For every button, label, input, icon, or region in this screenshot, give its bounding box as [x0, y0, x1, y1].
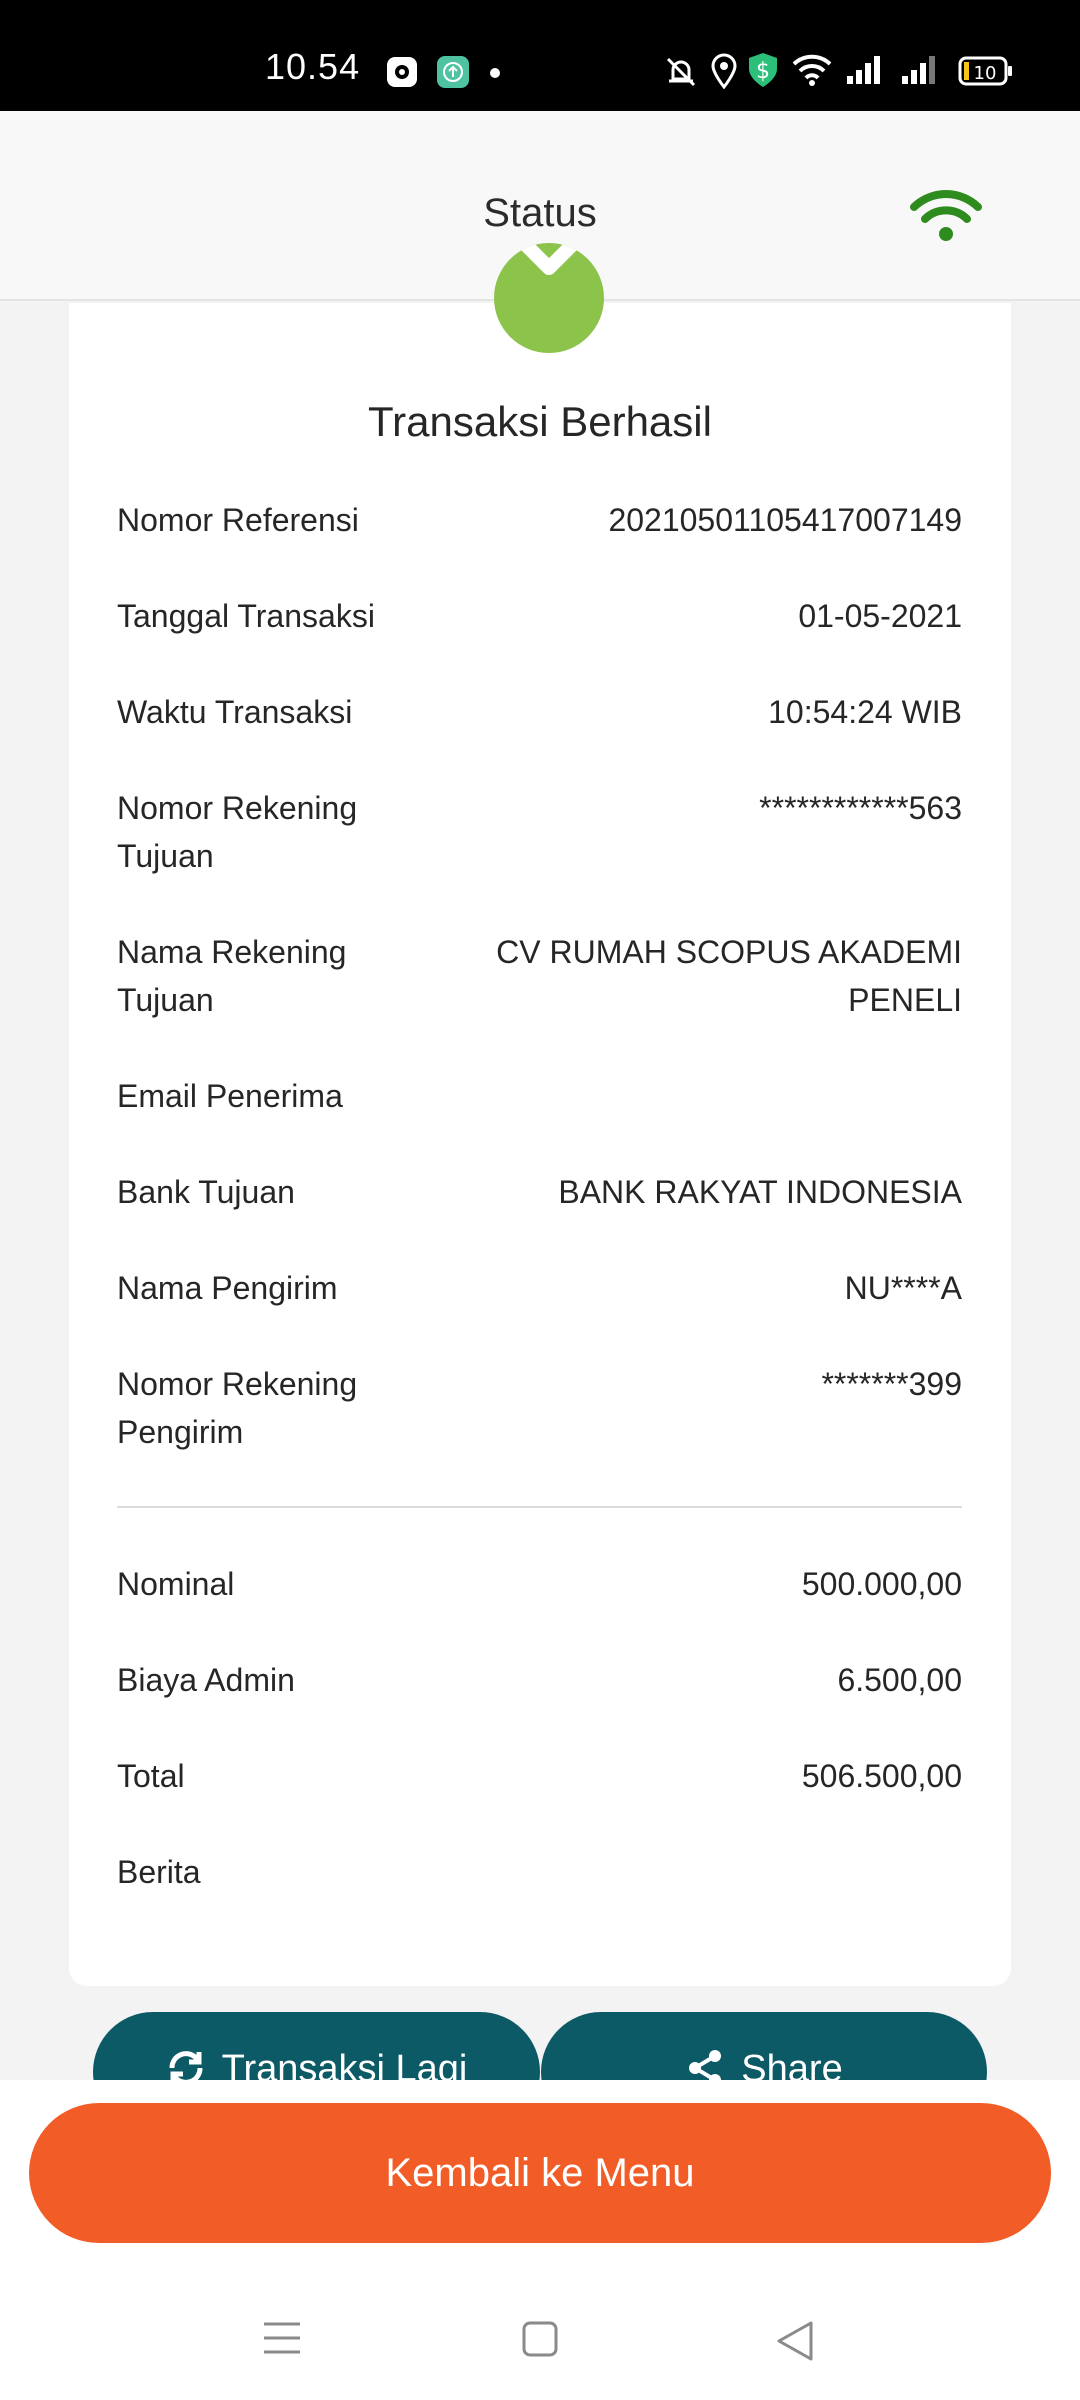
row-label: Bank Tujuan: [117, 1174, 295, 1210]
menu-icon[interactable]: [262, 2320, 302, 2361]
location-icon: [710, 53, 738, 94]
status-bar: 10.54 $ 10: [0, 0, 1080, 111]
svg-text:$: $: [756, 59, 770, 84]
notification-dot-icon: [489, 66, 501, 84]
row-label: Waktu Transaksi: [117, 694, 353, 730]
row-label: Nama Pengirim: [117, 1270, 338, 1306]
row-label: Nomor Rekening Pengirim: [117, 1366, 358, 1450]
row-value: CV RUMAH SCOPUS AKADEMI PENELI: [496, 934, 962, 1018]
screen-record-icon: [385, 55, 419, 94]
back-to-menu-button[interactable]: Kembali ke Menu: [29, 2103, 1051, 2243]
row-label: Email Penerima: [117, 1078, 343, 1114]
row-value: BANK RAKYAT INDONESIA: [558, 1174, 962, 1210]
row-label: Total: [117, 1758, 185, 1794]
row-label: Nomor Rekening Tujuan: [117, 790, 358, 874]
row-value: 500.000,00: [801, 1566, 962, 1602]
row-value: 506.500,00: [801, 1758, 962, 1794]
row-value: 20210501105417007149: [608, 502, 962, 538]
upload-app-icon: [436, 55, 470, 94]
row-label: Nama Rekening Tujuan: [117, 934, 347, 1018]
row-label: Nomor Referensi: [117, 502, 359, 538]
check-icon: [494, 243, 604, 353]
receipt-card: Transaksi Berhasil Nomor Referensi 20210…: [69, 243, 1011, 1986]
home-icon[interactable]: [521, 2320, 559, 2363]
system-nav-bar: [0, 2270, 1080, 2400]
security-shield-icon: $: [747, 51, 779, 94]
wifi-status-icon: [792, 54, 832, 91]
status-time: 10.54: [265, 46, 361, 87]
row-label: Biaya Admin: [117, 1662, 295, 1698]
back-icon[interactable]: [775, 2320, 815, 2367]
mute-bell-icon: [665, 55, 697, 94]
signal-2-icon: [900, 54, 938, 91]
row-value: ************563: [759, 790, 962, 826]
svg-text:10: 10: [974, 63, 997, 84]
row-label: Nominal: [117, 1566, 235, 1602]
row-label: Tanggal Transaksi: [117, 598, 375, 634]
row-label: Berita: [117, 1854, 201, 1890]
divider: [117, 1506, 962, 1508]
wifi-icon: [910, 189, 982, 248]
signal-1-icon: [845, 54, 883, 91]
row-value: *******399: [821, 1366, 962, 1402]
row-value: 6.500,00: [837, 1662, 962, 1698]
battery-icon: 10: [958, 55, 1014, 92]
row-value: 01-05-2021: [798, 598, 962, 634]
transaction-status-title: Transaksi Berhasil: [368, 398, 712, 445]
row-value: 10:54:24 WIB: [768, 694, 962, 730]
row-value: NU****A: [844, 1270, 962, 1306]
